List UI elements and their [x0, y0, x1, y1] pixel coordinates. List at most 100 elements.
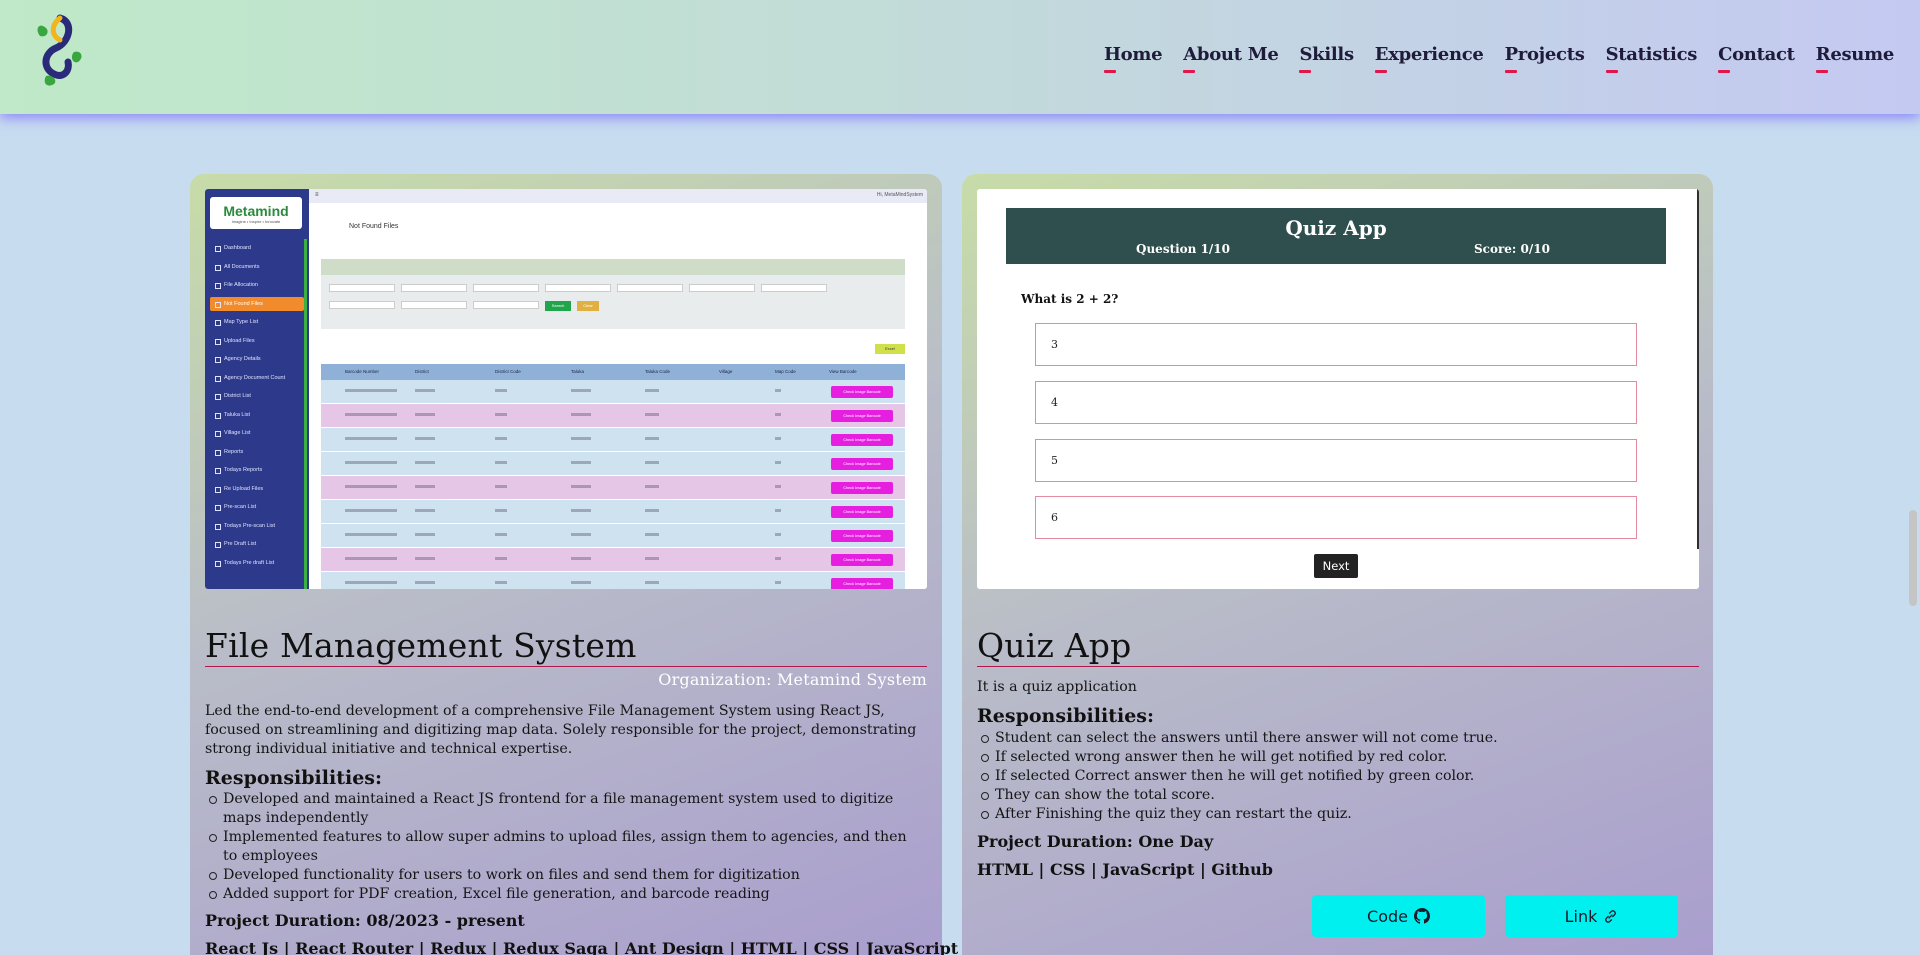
quiz-preview-scroll-edge — [1697, 189, 1699, 549]
preview-sidebar-item: All Documents — [210, 260, 304, 274]
project-screenshot: Metamind Imagine • Inspire • Innovate Da… — [205, 189, 927, 589]
preview-check-barcode-button: Check Image Barcode — [831, 386, 893, 398]
code-button[interactable]: Code — [1312, 895, 1485, 937]
preview-table-row: Check Image Barcode — [321, 428, 905, 451]
preview-user-greeting: Hi, MetaMindSystem — [876, 192, 923, 198]
preview-table-cell — [645, 413, 659, 416]
preview-filter-field — [401, 284, 467, 292]
responsibilities-list: Student can select the answers until the… — [981, 729, 1685, 824]
preview-table-cell — [775, 533, 781, 536]
preview-topbar: ≡ Hi, MetaMindSystem — [309, 189, 927, 203]
preview-sidebar-item: Re Upload Files — [210, 482, 304, 496]
preview-sidebar-item: Todays Pre-scan List — [210, 519, 304, 533]
preview-page-heading: Not Found Files — [349, 223, 399, 230]
project-title: File Management System — [205, 626, 637, 665]
preview-sidebar-item: Pre-scan List — [210, 500, 304, 514]
preview-filter-field — [617, 284, 683, 292]
preview-sidebar: Metamind Imagine • Inspire • Innovate Da… — [205, 189, 309, 589]
preview-table-cell — [495, 461, 507, 464]
list-item: Developed and maintained a React JS fron… — [209, 790, 913, 828]
list-item: Developed functionality for users to wor… — [209, 866, 913, 885]
preview-check-barcode-button: Check Image Barcode — [831, 530, 893, 542]
list-item: They can show the total score. — [981, 786, 1685, 805]
preview-brand-tagline: Imagine • Inspire • Innovate — [231, 219, 281, 224]
nav-home[interactable]: Home — [1103, 44, 1163, 73]
preview-table-cell — [775, 485, 781, 488]
preview-sidebar-item: File Allocation — [210, 278, 304, 292]
logo-icon[interactable] — [30, 12, 86, 92]
preview-table-cell — [345, 389, 397, 392]
preview-check-barcode-button: Check Image Barcode — [831, 458, 893, 470]
quiz-app-preview: Quiz App Question 1/10 Score: 0/10 What … — [977, 189, 1699, 589]
list-item: After Finishing the quiz they can restar… — [981, 805, 1685, 824]
preview-filter-field — [473, 284, 539, 292]
nav-projects[interactable]: Projects — [1504, 44, 1585, 73]
title-divider — [977, 666, 1699, 667]
preview-table-cell — [345, 485, 397, 488]
preview-filter-field — [689, 284, 755, 292]
list-item: Added support for PDF creation, Excel fi… — [209, 885, 913, 904]
quiz-preview-header: Quiz App Question 1/10 Score: 0/10 — [1006, 208, 1666, 264]
preview-filter-panel: Search Clear — [321, 259, 905, 329]
link-button[interactable]: Link — [1505, 895, 1678, 937]
preview-table-cell — [495, 437, 507, 440]
preview-filter-field — [761, 284, 827, 292]
link-icon — [1605, 909, 1617, 923]
preview-table-cell — [775, 461, 781, 464]
preview-table-row: Check Image Barcode — [321, 572, 905, 589]
preview-table-row: Check Image Barcode — [321, 524, 905, 547]
preview-brand-logo: Metamind Imagine • Inspire • Innovate — [210, 197, 302, 229]
preview-sidebar-item: Taluka List — [210, 408, 304, 422]
site-header: Home About Me Skills Experience Projects… — [0, 0, 1920, 114]
preview-table-cell — [775, 413, 781, 416]
preview-table-cell — [571, 389, 591, 392]
preview-filter-field — [401, 301, 467, 309]
file-management-preview: Metamind Imagine • Inspire • Innovate Da… — [205, 189, 927, 589]
preview-table-cell — [495, 557, 507, 560]
preview-table-cell — [775, 509, 781, 512]
link-button-label: Link — [1564, 906, 1598, 926]
preview-table-cell — [345, 413, 397, 416]
preview-main: Not Found Files Search Clear Excel Barco… — [309, 203, 927, 589]
project-duration: Project Duration: One Day — [977, 832, 1214, 851]
preview-table-cell — [775, 437, 781, 440]
list-item: Implemented features to allow super admi… — [209, 828, 913, 866]
quiz-preview-score: Score: 0/10 — [1474, 242, 1550, 256]
preview-table-cell — [495, 413, 507, 416]
preview-sidebar-item: Upload Files — [210, 334, 304, 348]
nav-skills[interactable]: Skills — [1299, 44, 1354, 73]
preview-table-header-cell: District — [415, 369, 429, 374]
preview-table-cell — [415, 509, 435, 512]
nav-contact[interactable]: Contact — [1718, 44, 1795, 73]
quiz-preview-option: 3 — [1035, 323, 1637, 366]
preview-table-row: Check Image Barcode — [321, 548, 905, 571]
preview-sidebar-item: Todays Reports — [210, 463, 304, 477]
page-scrollbar[interactable] — [1906, 114, 1920, 955]
nav-experience[interactable]: Experience — [1374, 44, 1484, 73]
preview-table-cell — [571, 461, 591, 464]
nav-resume[interactable]: Resume — [1815, 44, 1894, 73]
preview-table-row: Check Image Barcode — [321, 452, 905, 475]
nav-about-me[interactable]: About Me — [1183, 44, 1279, 73]
preview-table-cell — [571, 533, 591, 536]
preview-table-cell — [495, 581, 507, 584]
preview-check-barcode-button: Check Image Barcode — [831, 410, 893, 422]
preview-sidebar-item: Pre Draft List — [210, 537, 304, 551]
nav-statistics[interactable]: Statistics — [1605, 44, 1697, 73]
github-icon — [1413, 908, 1430, 924]
preview-table-cell — [415, 437, 435, 440]
preview-table-cell — [571, 581, 591, 584]
preview-filter-field — [329, 301, 395, 309]
responsibilities-heading: Responsibilities: — [977, 705, 1154, 727]
quiz-preview-option: 4 — [1035, 381, 1637, 424]
main-nav: Home About Me Skills Experience Projects… — [1083, 44, 1894, 73]
preview-sidebar-item: District List — [210, 389, 304, 403]
preview-filter-field — [545, 284, 611, 292]
preview-table-cell — [571, 485, 591, 488]
preview-table-cell — [645, 437, 659, 440]
code-button-label: Code — [1367, 906, 1408, 926]
page-scrollbar-thumb[interactable] — [1909, 510, 1917, 606]
preview-sidebar-scrollbar — [304, 239, 307, 589]
project-duration: Project Duration: 08/2023 - present — [205, 911, 525, 930]
title-divider — [205, 666, 927, 667]
